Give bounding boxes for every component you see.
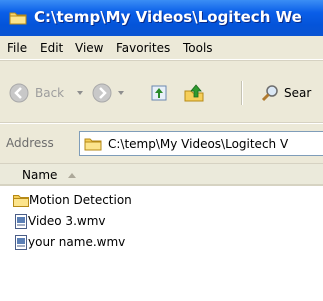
file-list: Motion Detection Video 3.wmv your name.w… [0, 188, 323, 301]
forward-icon [92, 83, 112, 103]
up-button[interactable] [149, 83, 169, 103]
sync-button[interactable] [183, 83, 205, 103]
back-icon [9, 83, 29, 103]
sync-icon [184, 84, 204, 102]
forward-button[interactable] [92, 83, 126, 103]
column-header: Name [0, 164, 323, 186]
back-label: Back [35, 86, 65, 100]
menu-file[interactable]: File [7, 41, 27, 55]
column-name[interactable]: Name [22, 168, 57, 182]
toolbar-separator [241, 81, 243, 105]
file-icon [15, 235, 27, 250]
list-item[interactable]: Motion Detection [0, 191, 323, 211]
toolbar: Back Sear [0, 60, 323, 123]
list-item-name: your name.wmv [28, 235, 126, 249]
sort-ascending-icon [68, 173, 76, 178]
list-item[interactable]: your name.wmv [0, 233, 323, 253]
menu-tools[interactable]: Tools [183, 41, 213, 55]
address-label: Address [6, 136, 54, 150]
file-icon [15, 214, 27, 229]
folder-icon [9, 12, 27, 25]
menu-edit[interactable]: Edit [40, 41, 63, 55]
list-item-name: Motion Detection [29, 193, 132, 207]
title-bar[interactable]: C:\temp\My Videos\Logitech We [0, 0, 323, 36]
menu-favorites[interactable]: Favorites [116, 41, 170, 55]
window-title: C:\temp\My Videos\Logitech We [34, 8, 302, 26]
back-dropdown-icon[interactable] [77, 91, 83, 95]
list-item-name: Video 3.wmv [28, 214, 106, 228]
address-input[interactable]: C:\temp\My Videos\Logitech V [79, 131, 323, 156]
address-bar: Address C:\temp\My Videos\Logitech V [0, 124, 323, 164]
menu-view[interactable]: View [75, 41, 103, 55]
search-button[interactable]: Sear [260, 83, 323, 103]
search-icon [261, 85, 278, 102]
menu-bar: File Edit View Favorites Tools [0, 36, 323, 60]
back-button[interactable]: Back [9, 83, 83, 103]
search-label: Sear [284, 86, 312, 100]
forward-dropdown-icon[interactable] [118, 91, 124, 95]
up-icon [151, 85, 167, 101]
list-item[interactable]: Video 3.wmv [0, 212, 323, 232]
address-path: C:\temp\My Videos\Logitech V [108, 137, 289, 151]
folder-icon [13, 195, 29, 207]
folder-icon [84, 138, 102, 151]
